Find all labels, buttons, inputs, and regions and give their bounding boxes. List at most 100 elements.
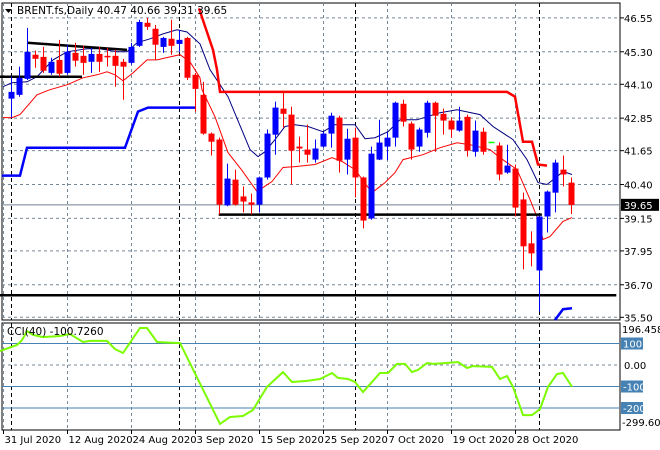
candle-body bbox=[16, 77, 23, 95]
candle-body bbox=[160, 37, 167, 47]
date-tick-label: 24 Aug 2020 bbox=[133, 435, 197, 446]
candle-body bbox=[208, 133, 215, 142]
candle-body bbox=[256, 177, 263, 205]
candle-body bbox=[104, 55, 111, 58]
candle bbox=[256, 176, 263, 213]
candle-body bbox=[464, 116, 471, 151]
price-chart[interactable]: 100 0.00 -100 -200 196.4581 -299.603 46.55 45.… bbox=[0, 0, 660, 450]
cci-title: CCI(40) -100.7260 bbox=[7, 326, 104, 338]
candle-body bbox=[536, 216, 543, 271]
candle-body bbox=[376, 142, 383, 160]
candle-body bbox=[528, 243, 535, 254]
candle bbox=[512, 164, 519, 217]
candle bbox=[424, 100, 431, 138]
candle-body bbox=[344, 138, 351, 160]
candle bbox=[400, 99, 407, 127]
candle bbox=[408, 121, 415, 160]
candle bbox=[272, 101, 279, 155]
candle-body bbox=[96, 53, 103, 62]
dropdown-triangle-icon[interactable] bbox=[5, 9, 12, 13]
candle bbox=[504, 144, 511, 174]
candle-body bbox=[328, 115, 335, 134]
price-tick-label: 44.10 bbox=[624, 80, 653, 91]
current-price-label: 39.65 bbox=[624, 201, 653, 212]
price-tick-label: 35.50 bbox=[624, 313, 653, 324]
channel-high-line bbox=[197, 8, 548, 167]
candle-body bbox=[488, 141, 495, 144]
candle-body bbox=[72, 52, 79, 61]
candle bbox=[264, 129, 271, 180]
cci-level-label: -200 bbox=[623, 404, 646, 415]
candle bbox=[352, 127, 359, 198]
candle-body bbox=[432, 102, 439, 116]
candle bbox=[80, 45, 87, 75]
candle-body bbox=[496, 145, 503, 175]
candle-body bbox=[320, 133, 327, 147]
candle-body bbox=[216, 139, 223, 205]
price-tick-label: 45.30 bbox=[624, 48, 653, 59]
cci-level-label: 100 bbox=[623, 340, 642, 351]
price-tick-label: 46.55 bbox=[624, 14, 653, 25]
candle-body bbox=[352, 137, 359, 178]
candle bbox=[48, 57, 55, 75]
candle-body bbox=[520, 199, 527, 247]
candle-body bbox=[176, 39, 183, 44]
candle-body bbox=[272, 107, 279, 135]
candle bbox=[344, 128, 351, 175]
candle bbox=[168, 19, 175, 55]
candle bbox=[480, 127, 487, 155]
candle bbox=[64, 44, 71, 75]
candle bbox=[416, 127, 423, 152]
cci-min-label: -299.603 bbox=[622, 418, 660, 429]
candle-body bbox=[192, 74, 199, 89]
cci-line bbox=[0, 327, 573, 426]
candle bbox=[208, 132, 215, 156]
axes: 46.55 45.30 44.10 42.85 41.65 40.40 39.15 37.95… bbox=[3, 14, 659, 446]
price-tick-label: 42.85 bbox=[624, 114, 653, 125]
candle bbox=[304, 124, 311, 163]
date-tick-label: 25 Sep 2020 bbox=[325, 435, 388, 446]
candle-body bbox=[448, 120, 455, 130]
cci-level-label: -100 bbox=[623, 383, 646, 394]
candle bbox=[16, 66, 23, 97]
candle bbox=[96, 46, 103, 72]
candle bbox=[432, 101, 439, 152]
candle bbox=[232, 169, 239, 206]
candle bbox=[216, 137, 223, 215]
candle-body bbox=[280, 108, 287, 114]
candle bbox=[384, 132, 391, 161]
candle-body bbox=[392, 102, 399, 138]
price-tick-label: 41.65 bbox=[624, 147, 653, 158]
candle bbox=[568, 177, 575, 215]
candle-body bbox=[424, 102, 431, 133]
cci-panel: 100 0.00 -100 -200 196.4581 -299.603 bbox=[0, 325, 660, 429]
candle-body bbox=[8, 91, 15, 99]
candle-body bbox=[304, 149, 311, 155]
date-tick-label: 28 Oct 2020 bbox=[517, 435, 579, 446]
candle-body bbox=[144, 22, 151, 27]
candle bbox=[152, 24, 159, 60]
candle bbox=[240, 186, 247, 213]
candle bbox=[192, 72, 199, 112]
cci-panel-border bbox=[1, 322, 621, 431]
candle bbox=[176, 29, 183, 52]
candles bbox=[8, 17, 575, 312]
candle-body bbox=[400, 103, 407, 122]
candle-body bbox=[368, 153, 375, 219]
candle-body bbox=[240, 196, 247, 202]
candle-body bbox=[416, 129, 423, 147]
candle-body bbox=[184, 37, 191, 78]
candle-body bbox=[296, 146, 303, 149]
candle-body bbox=[40, 56, 47, 71]
candle bbox=[40, 46, 47, 73]
candle-body bbox=[112, 55, 119, 66]
candle-body bbox=[64, 51, 71, 73]
candle bbox=[200, 81, 207, 135]
candle-body bbox=[224, 178, 231, 206]
candle-body bbox=[200, 94, 207, 134]
candle-body bbox=[384, 137, 391, 147]
candle bbox=[472, 120, 479, 157]
candle bbox=[136, 19, 143, 47]
channel-low-2-line bbox=[553, 307, 573, 321]
candle-body bbox=[120, 61, 127, 67]
